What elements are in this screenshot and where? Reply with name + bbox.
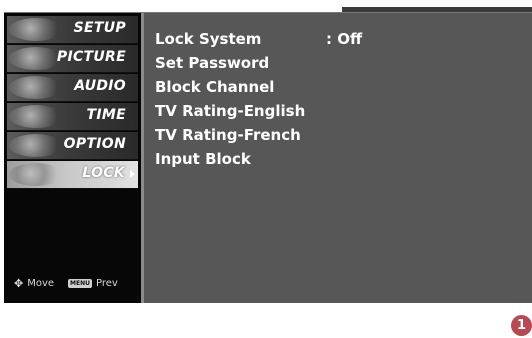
menu-item-time[interactable]: TIME bbox=[7, 103, 138, 131]
menu-item-label: TIME bbox=[86, 107, 126, 123]
step-number-badge: 1 bbox=[511, 315, 532, 336]
menu-item-label: LOCK bbox=[82, 165, 125, 181]
submenu-item-label: Block Channel bbox=[155, 78, 275, 96]
lock-icon bbox=[9, 163, 63, 186]
menu-item-option[interactable]: OPTION bbox=[7, 132, 138, 160]
submenu-item-label: TV Rating-French bbox=[155, 126, 301, 144]
submenu-item-label: Input Block bbox=[155, 150, 251, 168]
menu-item-setup[interactable]: SETUP bbox=[7, 16, 138, 44]
audio-icon bbox=[9, 76, 63, 99]
menu-item-label: PICTURE bbox=[56, 49, 126, 65]
submenu-item-tv-rating-french[interactable]: TV Rating-French bbox=[155, 126, 305, 150]
submenu-item-label: TV Rating-English bbox=[155, 102, 306, 120]
menu-item-label: AUDIO bbox=[74, 78, 126, 94]
option-icon bbox=[9, 134, 63, 157]
clock-icon bbox=[9, 105, 63, 128]
navigation-hint: ✥ Move MENU Prev bbox=[14, 277, 118, 290]
picture-icon bbox=[9, 47, 63, 70]
submenu-item-set-password[interactable]: Set Password bbox=[155, 54, 305, 78]
menu-item-audio[interactable]: AUDIO bbox=[7, 74, 138, 102]
chevron-right-icon bbox=[130, 170, 135, 178]
tv-osd-screen: SETUP PICTURE AUDIO TIME OPTION LOCK ✥ M… bbox=[4, 12, 532, 303]
move-hint-label: Move bbox=[27, 278, 55, 289]
menu-item-label: OPTION bbox=[63, 136, 126, 152]
move-arrows-icon: ✥ bbox=[14, 277, 24, 290]
submenu-item-lock-system[interactable]: Lock System : Off bbox=[155, 30, 362, 54]
menu-key-icon: MENU bbox=[68, 279, 93, 288]
submenu-item-label: Lock System bbox=[155, 30, 262, 48]
menu-item-picture[interactable]: PICTURE bbox=[7, 45, 138, 73]
lock-submenu: Lock System : Off Set Password Block Cha… bbox=[155, 30, 362, 174]
submenu-item-block-channel[interactable]: Block Channel bbox=[155, 78, 305, 102]
main-menu-sidebar: SETUP PICTURE AUDIO TIME OPTION LOCK ✥ M… bbox=[4, 13, 144, 303]
menu-item-lock[interactable]: LOCK bbox=[7, 161, 138, 189]
submenu-item-input-block[interactable]: Input Block bbox=[155, 150, 305, 174]
submenu-item-tv-rating-english[interactable]: TV Rating-English bbox=[155, 102, 305, 126]
lock-system-value: : Off bbox=[326, 30, 363, 48]
prev-hint-label: Prev bbox=[96, 278, 118, 289]
submenu-item-label: Set Password bbox=[155, 54, 270, 72]
menu-item-label: SETUP bbox=[73, 20, 126, 36]
setup-icon bbox=[9, 18, 63, 41]
